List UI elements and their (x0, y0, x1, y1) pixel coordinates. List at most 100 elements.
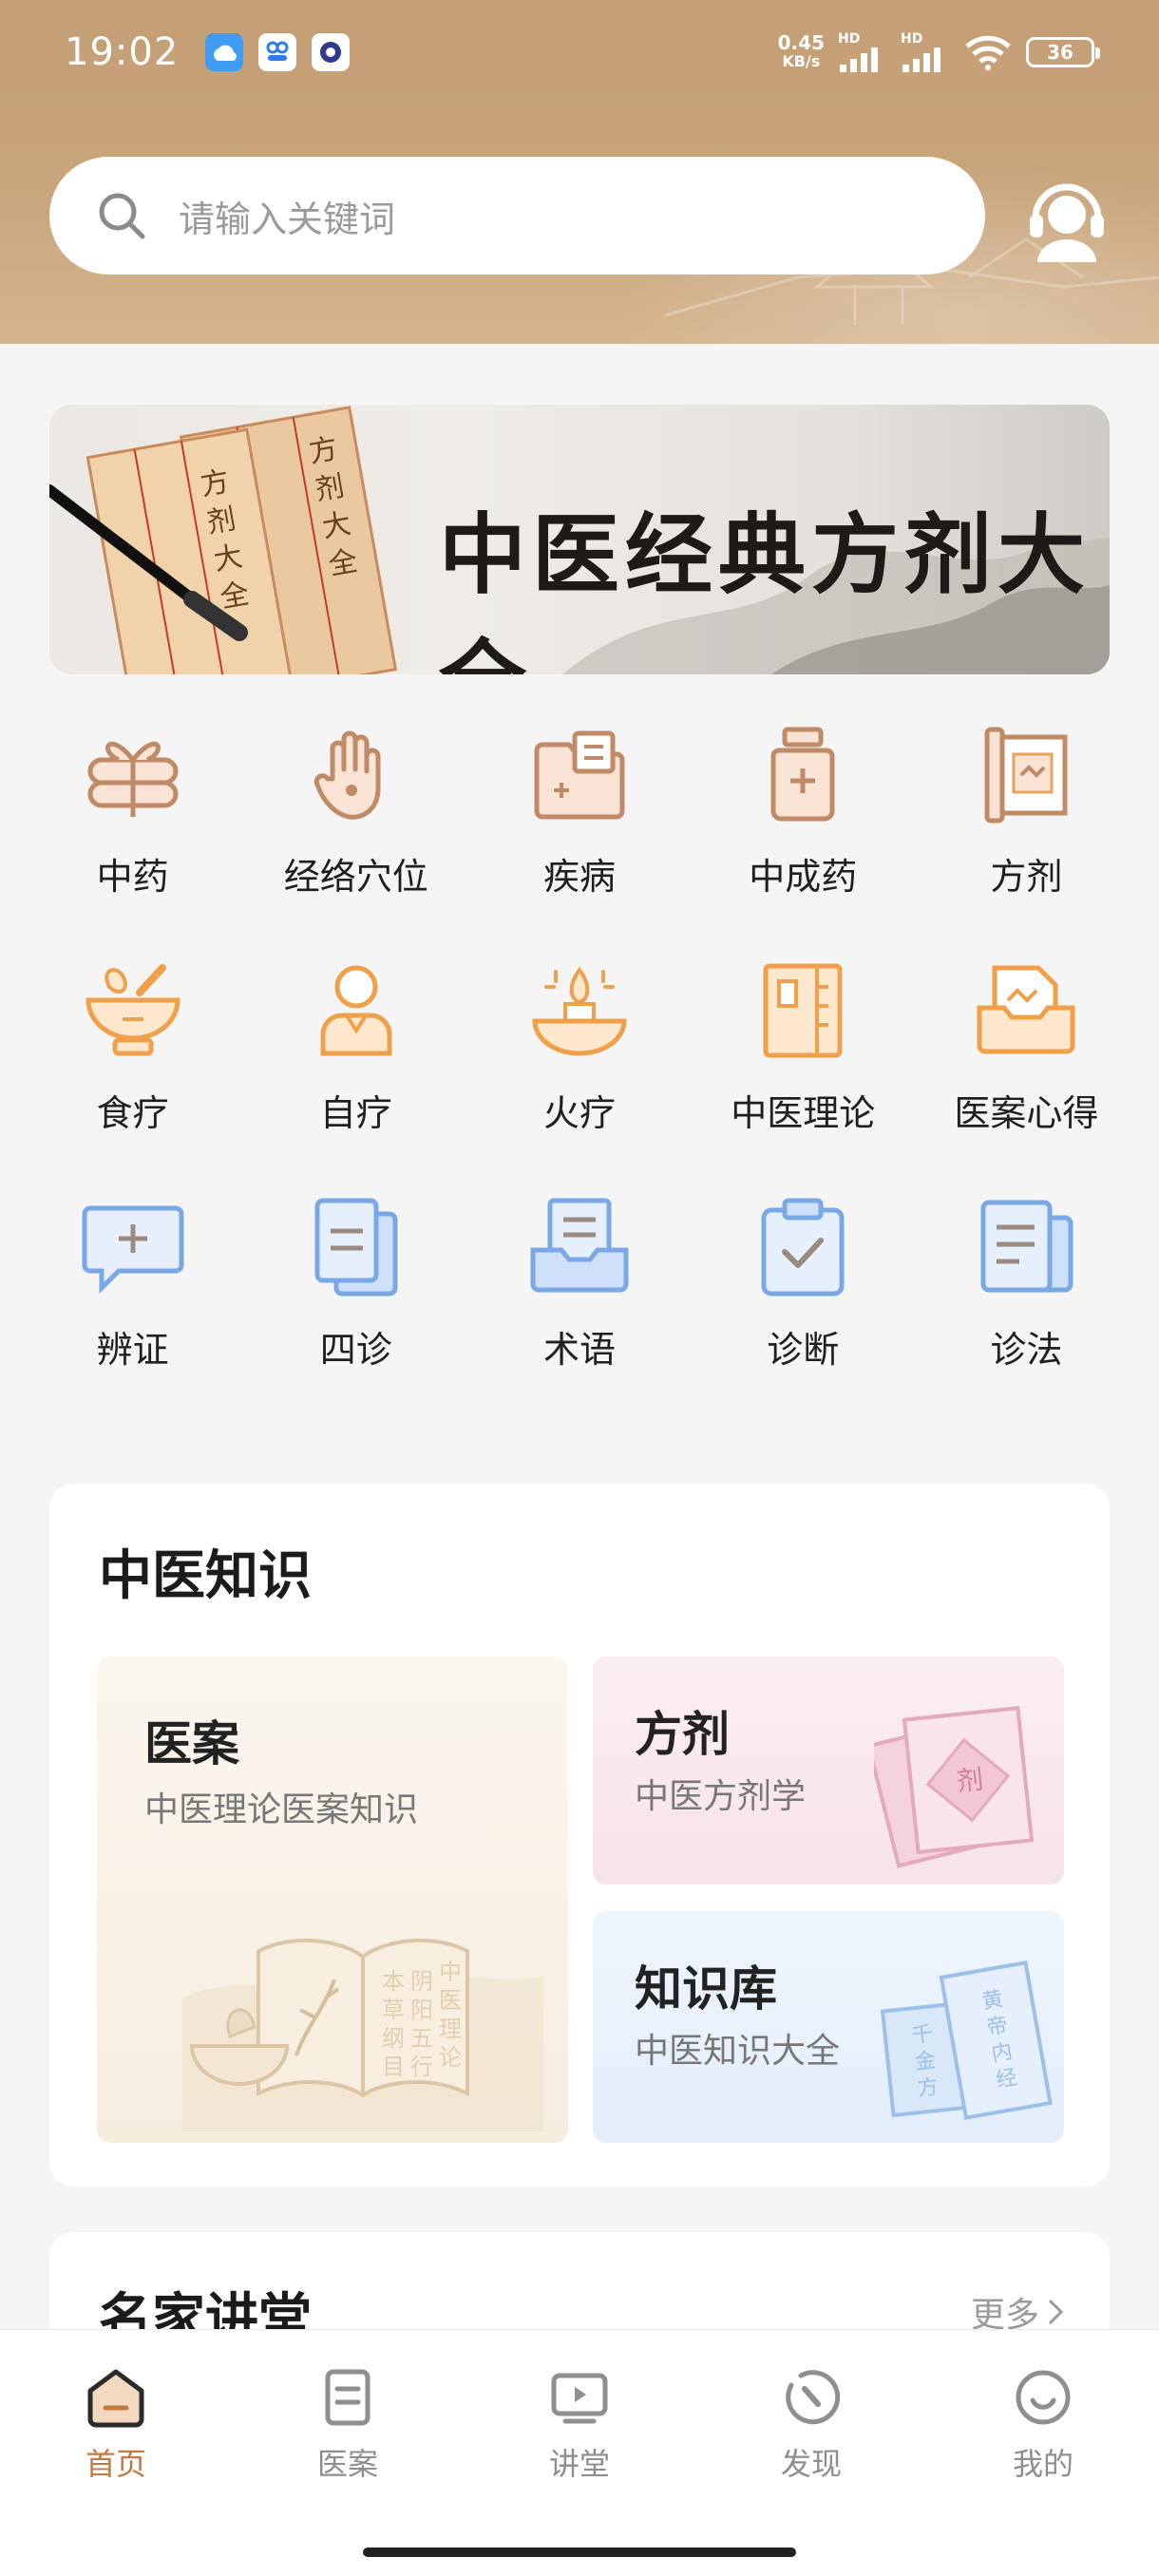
category-jingluo[interactable]: 经络穴位 (244, 722, 467, 900)
category-label: 自疗 (319, 1092, 392, 1134)
fangji-card[interactable]: 方剂 中医方剂学 剂 (593, 1657, 1064, 1885)
tab-yian[interactable]: 医案 (232, 2330, 464, 2501)
svg-text:剂: 剂 (313, 469, 347, 507)
tab-label: 发现 (780, 2446, 842, 2482)
baidu-app-icon (258, 33, 297, 71)
search-bar[interactable]: 请输入关键词 (49, 157, 985, 275)
home-icon (87, 2369, 144, 2428)
card-title: 知识库 (635, 1961, 777, 2017)
compass-icon (786, 2370, 841, 2425)
tab-label: 我的 (1012, 2446, 1074, 2482)
svg-text:金: 金 (914, 2049, 938, 2074)
signal-2: HD (901, 32, 950, 72)
category-sizhen[interactable]: 四诊 (244, 1195, 467, 1373)
net-speed-unit: KB/s (782, 52, 821, 70)
category-ziliao[interactable]: 自疗 (244, 958, 467, 1136)
svg-text:论: 论 (439, 2044, 462, 2071)
svg-text:中: 中 (439, 1959, 462, 1985)
promo-banner[interactable]: 方 剂 大 全 方 剂 大 全 中医经典方剂大全 (49, 405, 1110, 674)
folder-tray-icon (977, 965, 1075, 1054)
category-label: 火疗 (542, 1092, 616, 1134)
tab-jiangtang[interactable]: 讲堂 (464, 2330, 695, 2501)
chat-plus-icon (82, 1205, 184, 1295)
stamp-text: 剂 (955, 1763, 984, 1797)
category-shuyu[interactable]: 术语 (467, 1195, 691, 1373)
svg-text:医: 医 (439, 1987, 462, 2014)
signal-bars-icon (840, 47, 878, 72)
svg-text:全: 全 (218, 578, 252, 616)
notes-icon (980, 1200, 1074, 1293)
svg-text:本: 本 (382, 1968, 405, 1995)
svg-text:大: 大 (211, 540, 245, 578)
category-fangji[interactable]: 方剂 (915, 722, 1138, 900)
svg-text:理: 理 (439, 2016, 462, 2042)
svg-text:大: 大 (319, 507, 353, 545)
card-subtitle: 中医理论医案知识 (144, 1790, 419, 1829)
svg-text:剂: 剂 (204, 502, 238, 540)
banner-title: 中医经典方剂大全 (439, 503, 1092, 674)
category-label: 诊法 (990, 1329, 1063, 1371)
folder-medical-icon (534, 730, 625, 820)
zhishiku-card[interactable]: 知识库 中医知识大全 千金方 黄帝内经 (593, 1911, 1064, 2143)
svg-text:方: 方 (198, 465, 232, 503)
section-title: 中医知识 (99, 1545, 312, 1607)
category-jibing[interactable]: 疾病 (467, 722, 691, 900)
document-stack-icon (314, 1198, 398, 1297)
flame-bowl-icon (532, 966, 627, 1056)
app-screen: 19:02 0.45 KB/s HD HD 36 请输入关键词 方 剂 大 全 … (0, 0, 1159, 2576)
prescription-books-illustration: 剂 (874, 1705, 1035, 1868)
category-grid: 中药 经络穴位 疾病 中成药 方剂 食疗 自疗 火疗 中医理论 医案心得 辨证 … (21, 722, 1138, 1373)
weather-app-icon (205, 33, 244, 71)
knowledge-section: 中医知识 医案 中医理论医案知识 本草纲目 阴阳五行 中医理论 方剂 中医方剂学 (49, 1484, 1110, 2187)
category-zhenduan[interactable]: 诊断 (692, 1195, 915, 1373)
category-zhenfa[interactable]: 诊法 (915, 1195, 1138, 1373)
browser-app-icon (312, 33, 351, 71)
chevron-right-icon (1048, 2299, 1064, 2325)
document-icon (325, 2369, 370, 2426)
customer-service-icon[interactable] (1024, 171, 1110, 262)
svg-text:帝: 帝 (985, 2014, 1010, 2040)
search-input[interactable]: 请输入关键词 (179, 190, 395, 242)
home-indicator[interactable] (363, 2548, 796, 2557)
category-label: 方剂 (990, 856, 1063, 898)
svg-text:方: 方 (307, 432, 341, 470)
signal-bars-icon (902, 47, 940, 72)
status-time: 19:02 (65, 30, 180, 74)
category-bianzheng[interactable]: 辨证 (21, 1195, 244, 1373)
net-speed-value: 0.45 (777, 31, 825, 54)
status-indicators: 0.45 KB/s HD HD 36 (777, 31, 1100, 72)
card-title: 方剂 (635, 1707, 730, 1762)
tab-home[interactable]: 首页 (0, 2330, 232, 2501)
category-zhongyao[interactable]: 中药 (21, 722, 244, 900)
yian-card[interactable]: 医案 中医理论医案知识 本草纲目 阴阳五行 中医理论 (97, 1657, 568, 2143)
tab-faxian[interactable]: 发现 (695, 2330, 927, 2501)
prescription-book-illustration: 方 剂 大 全 方 剂 大 全 (49, 406, 398, 674)
tab-wode[interactable]: 我的 (927, 2330, 1159, 2501)
scroll-icon (984, 727, 1068, 824)
svg-text:全: 全 (326, 544, 360, 582)
mortar-bowl-icon (86, 964, 180, 1056)
inbox-document-icon (530, 1198, 629, 1293)
svg-text:目: 目 (382, 2054, 405, 2080)
category-label: 辨证 (96, 1329, 169, 1371)
tab-label: 医案 (316, 2446, 378, 2482)
category-zhongchengyao[interactable]: 中成药 (692, 722, 915, 900)
gift-herb-icon (87, 741, 179, 817)
category-lilun[interactable]: 中医理论 (692, 958, 915, 1136)
classic-books-illustration: 千金方 黄帝内经 (880, 1960, 1053, 2120)
category-label: 中药 (96, 856, 169, 898)
category-yianxinde[interactable]: 医案心得 (915, 958, 1138, 1136)
book-icon (763, 963, 843, 1058)
category-huoliao[interactable]: 火疗 (467, 958, 691, 1136)
svg-text:阴: 阴 (410, 1968, 433, 1995)
status-bar: 19:02 0.45 KB/s HD HD 36 (0, 0, 1159, 104)
card-subtitle: 中医知识大全 (635, 2032, 841, 2071)
tab-label: 讲堂 (548, 2446, 610, 2482)
category-label: 医案心得 (954, 1092, 1099, 1134)
svg-text:千: 千 (911, 2022, 935, 2048)
category-shiliao[interactable]: 食疗 (21, 958, 244, 1136)
svg-text:内: 内 (990, 2039, 1015, 2066)
medicine-jar-icon (770, 727, 835, 822)
svg-text:纲: 纲 (382, 2025, 405, 2052)
status-app-icons (205, 33, 351, 71)
